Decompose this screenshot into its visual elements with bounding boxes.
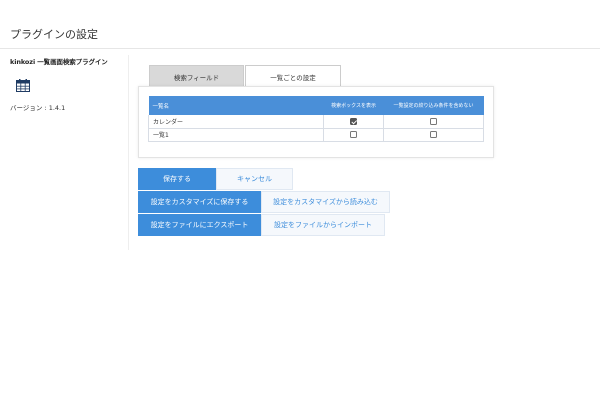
exclude-filter-cell xyxy=(383,115,484,129)
exclude-filter-checkbox[interactable] xyxy=(430,131,438,138)
table-row: カレンダー xyxy=(147,115,484,129)
table-row: 一覧1 xyxy=(147,128,484,142)
export-to-file-button[interactable]: 設定をファイルにエクスポート xyxy=(138,214,261,236)
column-header-show-search-box: 検索ボックスを表示 xyxy=(323,96,384,115)
show-search-box-checkbox[interactable] xyxy=(350,131,358,138)
calendar-grid-icon xyxy=(16,79,30,92)
show-search-box-checkbox[interactable] xyxy=(350,117,358,125)
tab-per-list-settings[interactable]: 一覧ごとの設定 xyxy=(245,65,341,87)
list-name-cell: カレンダー xyxy=(147,115,324,129)
version-label: バージョン : 1.4.1 xyxy=(10,104,66,112)
title-divider xyxy=(0,48,600,49)
column-header-exclude-filter: 一覧設定の絞り込み条件を含めない xyxy=(383,96,484,115)
exclude-filter-checkbox[interactable] xyxy=(430,117,438,125)
show-search-box-cell xyxy=(323,115,384,129)
list-name-cell: 一覧1 xyxy=(147,128,324,142)
import-from-file-button[interactable]: 設定をファイルからインポート xyxy=(261,214,385,236)
table-header-row: 一覧名 検索ボックスを表示 一覧設定の絞り込み条件を含めない xyxy=(148,96,484,115)
plugin-name: kinkozi 一覧画面検索プラグイン xyxy=(10,58,108,66)
exclude-filter-cell xyxy=(383,128,484,142)
sidebar-divider xyxy=(128,55,129,250)
list-settings-table: 一覧名 検索ボックスを表示 一覧設定の絞り込み条件を含めない カレンダー 一覧1 xyxy=(147,96,484,142)
cancel-button[interactable]: キャンセル xyxy=(216,168,293,190)
page-title: プラグインの設定 xyxy=(10,28,98,41)
show-search-box-cell xyxy=(323,128,384,142)
plugin-sidebar: kinkozi 一覧画面検索プラグイン バージョン : 1.4.1 xyxy=(10,56,128,112)
save-to-customize-button[interactable]: 設定をカスタマイズに保存する xyxy=(138,191,261,213)
save-button[interactable]: 保存する xyxy=(138,168,216,190)
load-from-customize-button[interactable]: 設定をカスタマイズから読み込む xyxy=(261,191,390,213)
tab-search-fields[interactable]: 検索フィールド xyxy=(149,65,244,87)
column-header-list-name: 一覧名 xyxy=(148,96,324,115)
